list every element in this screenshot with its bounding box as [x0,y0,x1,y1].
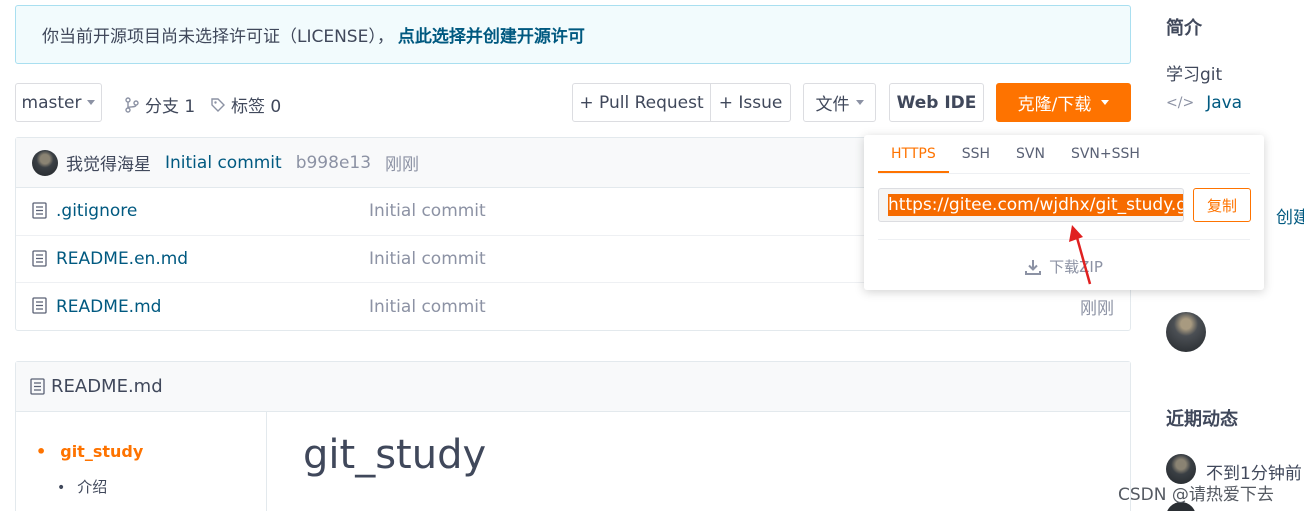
branch-select-label: master [21,92,82,113]
pull-request-button[interactable]: + Pull Request [572,83,711,122]
avatar[interactable] [32,149,58,176]
web-ide-label: Web IDE [896,92,977,113]
tag-icon [211,97,225,112]
table-row: README.md Initial commit 刚刚 [16,283,1130,331]
create-link[interactable]: 创建 [1276,203,1304,228]
tab-ssh[interactable]: SSH [949,135,1003,173]
clone-download-label: 克隆/下载 [1017,95,1092,115]
file-commit-message[interactable]: Initial commit [369,249,486,269]
clone-url-selected-text: https://gitee.com/wjdhx/git_study.git [888,194,1183,216]
intro-text: 学习git [1166,65,1223,85]
issue-label: + Issue [718,92,783,113]
readme-panel: README.md git_study 介绍 git_study [15,361,1131,511]
readme-title: git_study [303,432,487,478]
language-label: Java [1206,93,1243,113]
toc-item-intro[interactable]: 介绍 [57,476,107,497]
tab-svn-ssh[interactable]: SVN+SSH [1058,135,1153,173]
tags-link[interactable]: 标签 0 [210,92,281,117]
branches-link[interactable]: 分支 1 [124,92,195,117]
file-commit-message[interactable]: Initial commit [369,201,486,221]
tab-svn[interactable]: SVN [1003,135,1058,173]
chevron-down-icon [87,100,96,105]
recent-activity-title: 近期动态 [1166,409,1238,430]
chevron-down-icon [855,100,864,105]
file-name[interactable]: README.en.md [56,249,188,269]
code-icon: </> [1166,95,1195,111]
toc-item-git-study[interactable]: git_study [36,442,143,461]
clone-url-input[interactable]: https://gitee.com/wjdhx/git_study.git [878,188,1184,222]
branch-select[interactable]: master [15,83,102,122]
download-icon [1025,259,1042,275]
license-create-link[interactable]: 点此选择并创建开源许可 [398,22,585,47]
readme-header: README.md [16,362,1130,412]
annotation-arrow-icon [1069,225,1092,285]
intro-title: 简介 [1166,18,1202,39]
divider [878,173,1250,174]
license-banner-text: 你当前开源项目尚未选择许可证（LICENSE）， [42,27,394,47]
tags-count: 标签 0 [231,97,282,117]
commit-author[interactable]: 我觉得海星 [66,150,151,175]
copy-button[interactable]: 复制 [1193,188,1251,222]
file-icon [30,378,45,395]
file-name[interactable]: README.md [56,297,161,317]
file-menu-label: 文件 [815,95,850,115]
commit-message[interactable]: Initial commit [165,153,282,173]
watermark: CSDN @请热爱下去 [1118,485,1274,505]
clone-download-button[interactable]: 克隆/下载 [996,83,1131,122]
readme-toc: git_study 介绍 [16,412,267,511]
language-link[interactable]: </> Java [1166,93,1242,113]
commit-time: 刚刚 [385,155,420,175]
file-commit-message[interactable]: Initial commit [369,297,486,317]
tab-https[interactable]: HTTPS [878,135,949,173]
pull-request-label: + Pull Request [579,92,704,113]
avatar[interactable] [1166,312,1206,352]
chevron-down-icon [1101,100,1110,105]
branches-count: 分支 1 [145,97,196,117]
readme-filename: README.md [51,376,163,397]
web-ide-button[interactable]: Web IDE [889,83,984,122]
file-icon [32,297,47,314]
file-time: 刚刚 [1080,299,1114,320]
file-menu-button[interactable]: 文件 [803,83,876,122]
commit-sha[interactable]: b998e13 [296,153,371,173]
file-icon [32,249,47,267]
branch-icon [125,96,139,113]
clone-protocol-tabs: HTTPS SSH SVN SVN+SSH [878,135,1153,173]
license-banner: 你当前开源项目尚未选择许可证（LICENSE）， 点此选择并创建开源许可 [15,5,1131,64]
file-name[interactable]: .gitignore [56,201,137,221]
issue-button[interactable]: + Issue [710,83,791,122]
file-icon [32,202,47,219]
